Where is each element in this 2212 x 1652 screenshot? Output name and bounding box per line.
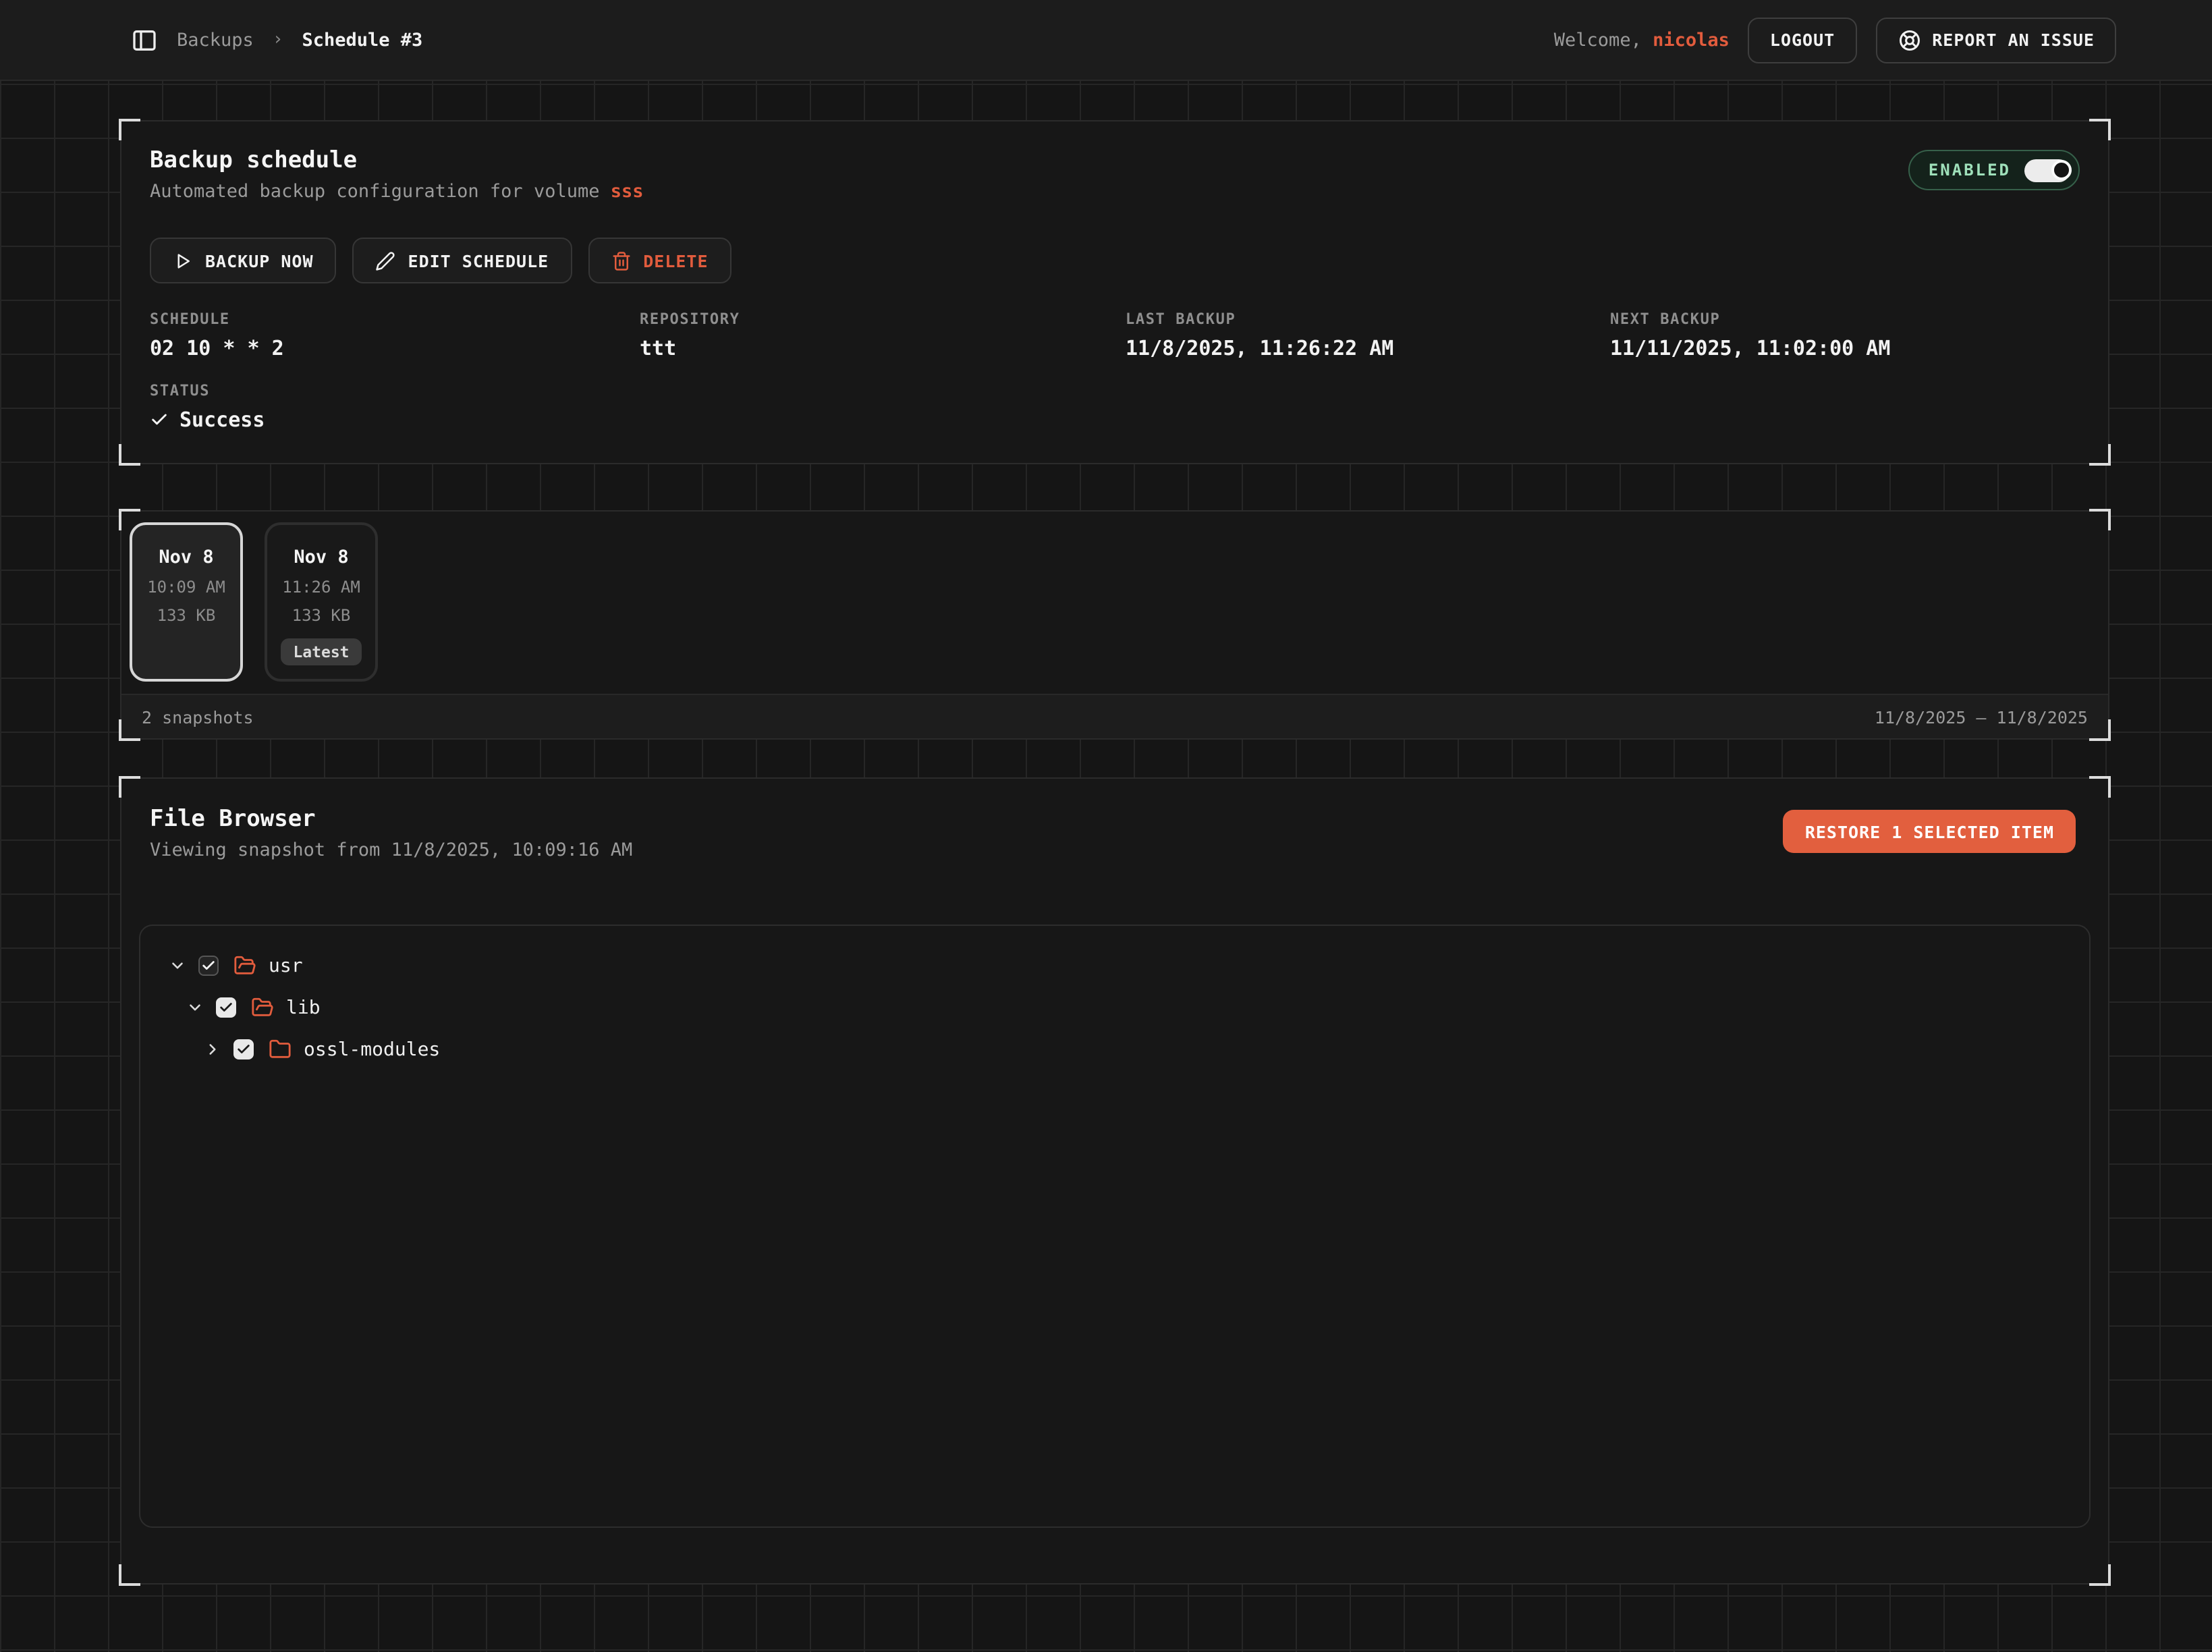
field-value: 02 10 * * 2 xyxy=(150,336,640,360)
tree-row-usr[interactable]: usr xyxy=(140,945,2089,987)
status-field: STATUS Success xyxy=(150,382,265,432)
username: nicolas xyxy=(1653,29,1730,51)
toggle-switch[interactable] xyxy=(2024,159,2070,182)
tree-row-ossl-modules[interactable]: ossl-modules xyxy=(140,1028,2089,1070)
snapshot-time: 11:26 AM xyxy=(282,578,360,597)
field-value: ttt xyxy=(640,336,1126,360)
folder-open-icon xyxy=(251,996,274,1019)
tree-item-label: lib xyxy=(286,997,321,1018)
snapshots-footer: 2 snapshots 11/8/2025 – 11/8/2025 xyxy=(121,694,2108,738)
file-browser-panel: File Browser Viewing snapshot from 11/8/… xyxy=(120,777,2109,1585)
snapshot-size: 133 KB xyxy=(292,606,351,625)
corner-bracket xyxy=(119,776,140,798)
file-tree: usr lib xyxy=(139,925,2091,1528)
enabled-toggle[interactable]: ENABLED xyxy=(1908,150,2080,190)
restore-selected-button[interactable]: RESTORE 1 SELECTED ITEM xyxy=(1784,810,2076,853)
corner-bracket xyxy=(119,509,140,530)
snapshot-count: 2 snapshots xyxy=(142,707,254,727)
folder-icon xyxy=(269,1038,292,1061)
tree-item-label: ossl-modules xyxy=(304,1039,440,1060)
toggle-knob xyxy=(2051,160,2072,180)
checkbox-checked[interactable] xyxy=(233,1039,254,1059)
breadcrumb-section[interactable]: Backups xyxy=(177,29,254,51)
field-label: REPOSITORY xyxy=(640,310,1126,328)
file-browser-header-text: File Browser Viewing snapshot from 11/8/… xyxy=(150,806,632,862)
pencil-icon xyxy=(376,251,396,271)
chevron-right-icon[interactable] xyxy=(202,1041,221,1058)
folder-open-icon xyxy=(233,954,256,977)
latest-badge: Latest xyxy=(281,638,361,665)
snapshot-date-range: 11/8/2025 – 11/8/2025 xyxy=(1875,707,2088,727)
snapshot-date: Nov 8 xyxy=(159,547,213,568)
volume-name: sss xyxy=(611,182,644,203)
lifebuoy-icon xyxy=(1897,28,1921,52)
field-next-backup: NEXT BACKUP 11/11/2025, 11:02:00 AM xyxy=(1610,310,2080,360)
schedule-fields: SCHEDULE 02 10 * * 2 REPOSITORY ttt LAST… xyxy=(150,310,2080,360)
snapshot-card-selected[interactable]: Nov 8 10:09 AM 133 KB xyxy=(130,522,243,682)
tree-item-label: usr xyxy=(269,955,303,976)
backup-now-label: BACKUP NOW xyxy=(205,251,314,271)
corner-bracket xyxy=(2089,1564,2111,1586)
app-root: Backups › Schedule #3 Welcome, nicolas L… xyxy=(0,0,2212,1652)
schedule-actions: BACKUP NOW EDIT SCHEDULE DELETE xyxy=(121,203,2108,284)
file-browser-title: File Browser xyxy=(150,806,632,833)
delete-label: DELETE xyxy=(643,251,708,271)
corner-bracket xyxy=(2089,119,2111,140)
breadcrumb: Backups › Schedule #3 xyxy=(177,29,422,51)
corner-bracket xyxy=(119,1564,140,1586)
corner-bracket xyxy=(119,444,140,466)
trash-icon xyxy=(611,251,631,271)
status-value: Success xyxy=(179,408,265,432)
field-label: LAST BACKUP xyxy=(1126,310,1610,328)
field-value: 11/11/2025, 11:02:00 AM xyxy=(1610,336,2080,360)
checkbox-checked[interactable] xyxy=(216,997,236,1018)
report-issue-button[interactable]: REPORT AN ISSUE xyxy=(1875,17,2116,63)
edit-schedule-label: EDIT SCHEDULE xyxy=(408,251,549,271)
sidebar-toggle-button[interactable] xyxy=(131,26,158,53)
snapshot-date: Nov 8 xyxy=(294,547,348,568)
field-value: 11/8/2025, 11:26:22 AM xyxy=(1126,336,1610,360)
snapshot-cards: Nov 8 10:09 AM 133 KB Nov 8 11:26 AM 133… xyxy=(121,512,2108,682)
field-repository: REPOSITORY ttt xyxy=(640,310,1126,360)
enabled-toggle-label: ENABLED xyxy=(1929,161,2011,180)
tree-row-lib[interactable]: lib xyxy=(140,987,2089,1028)
play-icon xyxy=(173,251,193,271)
chevron-down-icon[interactable] xyxy=(167,957,186,974)
check-icon xyxy=(150,410,169,429)
logout-button-label: LOGOUT xyxy=(1770,30,1835,50)
file-browser-subtitle: Viewing snapshot from 11/8/2025, 10:09:1… xyxy=(150,840,632,862)
snapshot-size: 133 KB xyxy=(157,606,216,625)
schedule-header-text: Backup schedule Automated backup configu… xyxy=(150,147,644,203)
panel-left-icon xyxy=(131,26,158,53)
welcome-text: Welcome, nicolas xyxy=(1554,29,1730,51)
topbar: Backups › Schedule #3 Welcome, nicolas L… xyxy=(0,0,2212,81)
checkbox-checked[interactable] xyxy=(198,956,219,976)
corner-bracket xyxy=(119,119,140,140)
field-schedule: SCHEDULE 02 10 * * 2 xyxy=(150,310,640,360)
report-issue-button-label: REPORT AN ISSUE xyxy=(1932,30,2095,50)
field-label: NEXT BACKUP xyxy=(1610,310,2080,328)
logout-button[interactable]: LOGOUT xyxy=(1748,17,1856,63)
breadcrumb-current: Schedule #3 xyxy=(302,29,422,51)
corner-bracket xyxy=(2089,509,2111,530)
snapshot-card[interactable]: Nov 8 11:26 AM 133 KB Latest xyxy=(265,522,378,682)
edit-schedule-button[interactable]: EDIT SCHEDULE xyxy=(353,238,572,284)
panel-subtitle: Automated backup configuration for volum… xyxy=(150,182,644,203)
status-label: STATUS xyxy=(150,382,265,400)
snapshot-time: 10:09 AM xyxy=(147,578,225,597)
breadcrumb-separator: › xyxy=(273,30,283,50)
chevron-down-icon[interactable] xyxy=(185,999,204,1016)
backup-schedule-panel: Backup schedule Automated backup configu… xyxy=(120,120,2109,464)
field-last-backup: LAST BACKUP 11/8/2025, 11:26:22 AM xyxy=(1126,310,1610,360)
corner-bracket xyxy=(2089,776,2111,798)
snapshots-panel: Nov 8 10:09 AM 133 KB Nov 8 11:26 AM 133… xyxy=(120,510,2109,740)
corner-bracket xyxy=(2089,444,2111,466)
panel-title: Backup schedule xyxy=(150,147,644,175)
delete-button[interactable]: DELETE xyxy=(588,238,731,284)
backup-now-button[interactable]: BACKUP NOW xyxy=(150,238,337,284)
field-label: SCHEDULE xyxy=(150,310,640,328)
